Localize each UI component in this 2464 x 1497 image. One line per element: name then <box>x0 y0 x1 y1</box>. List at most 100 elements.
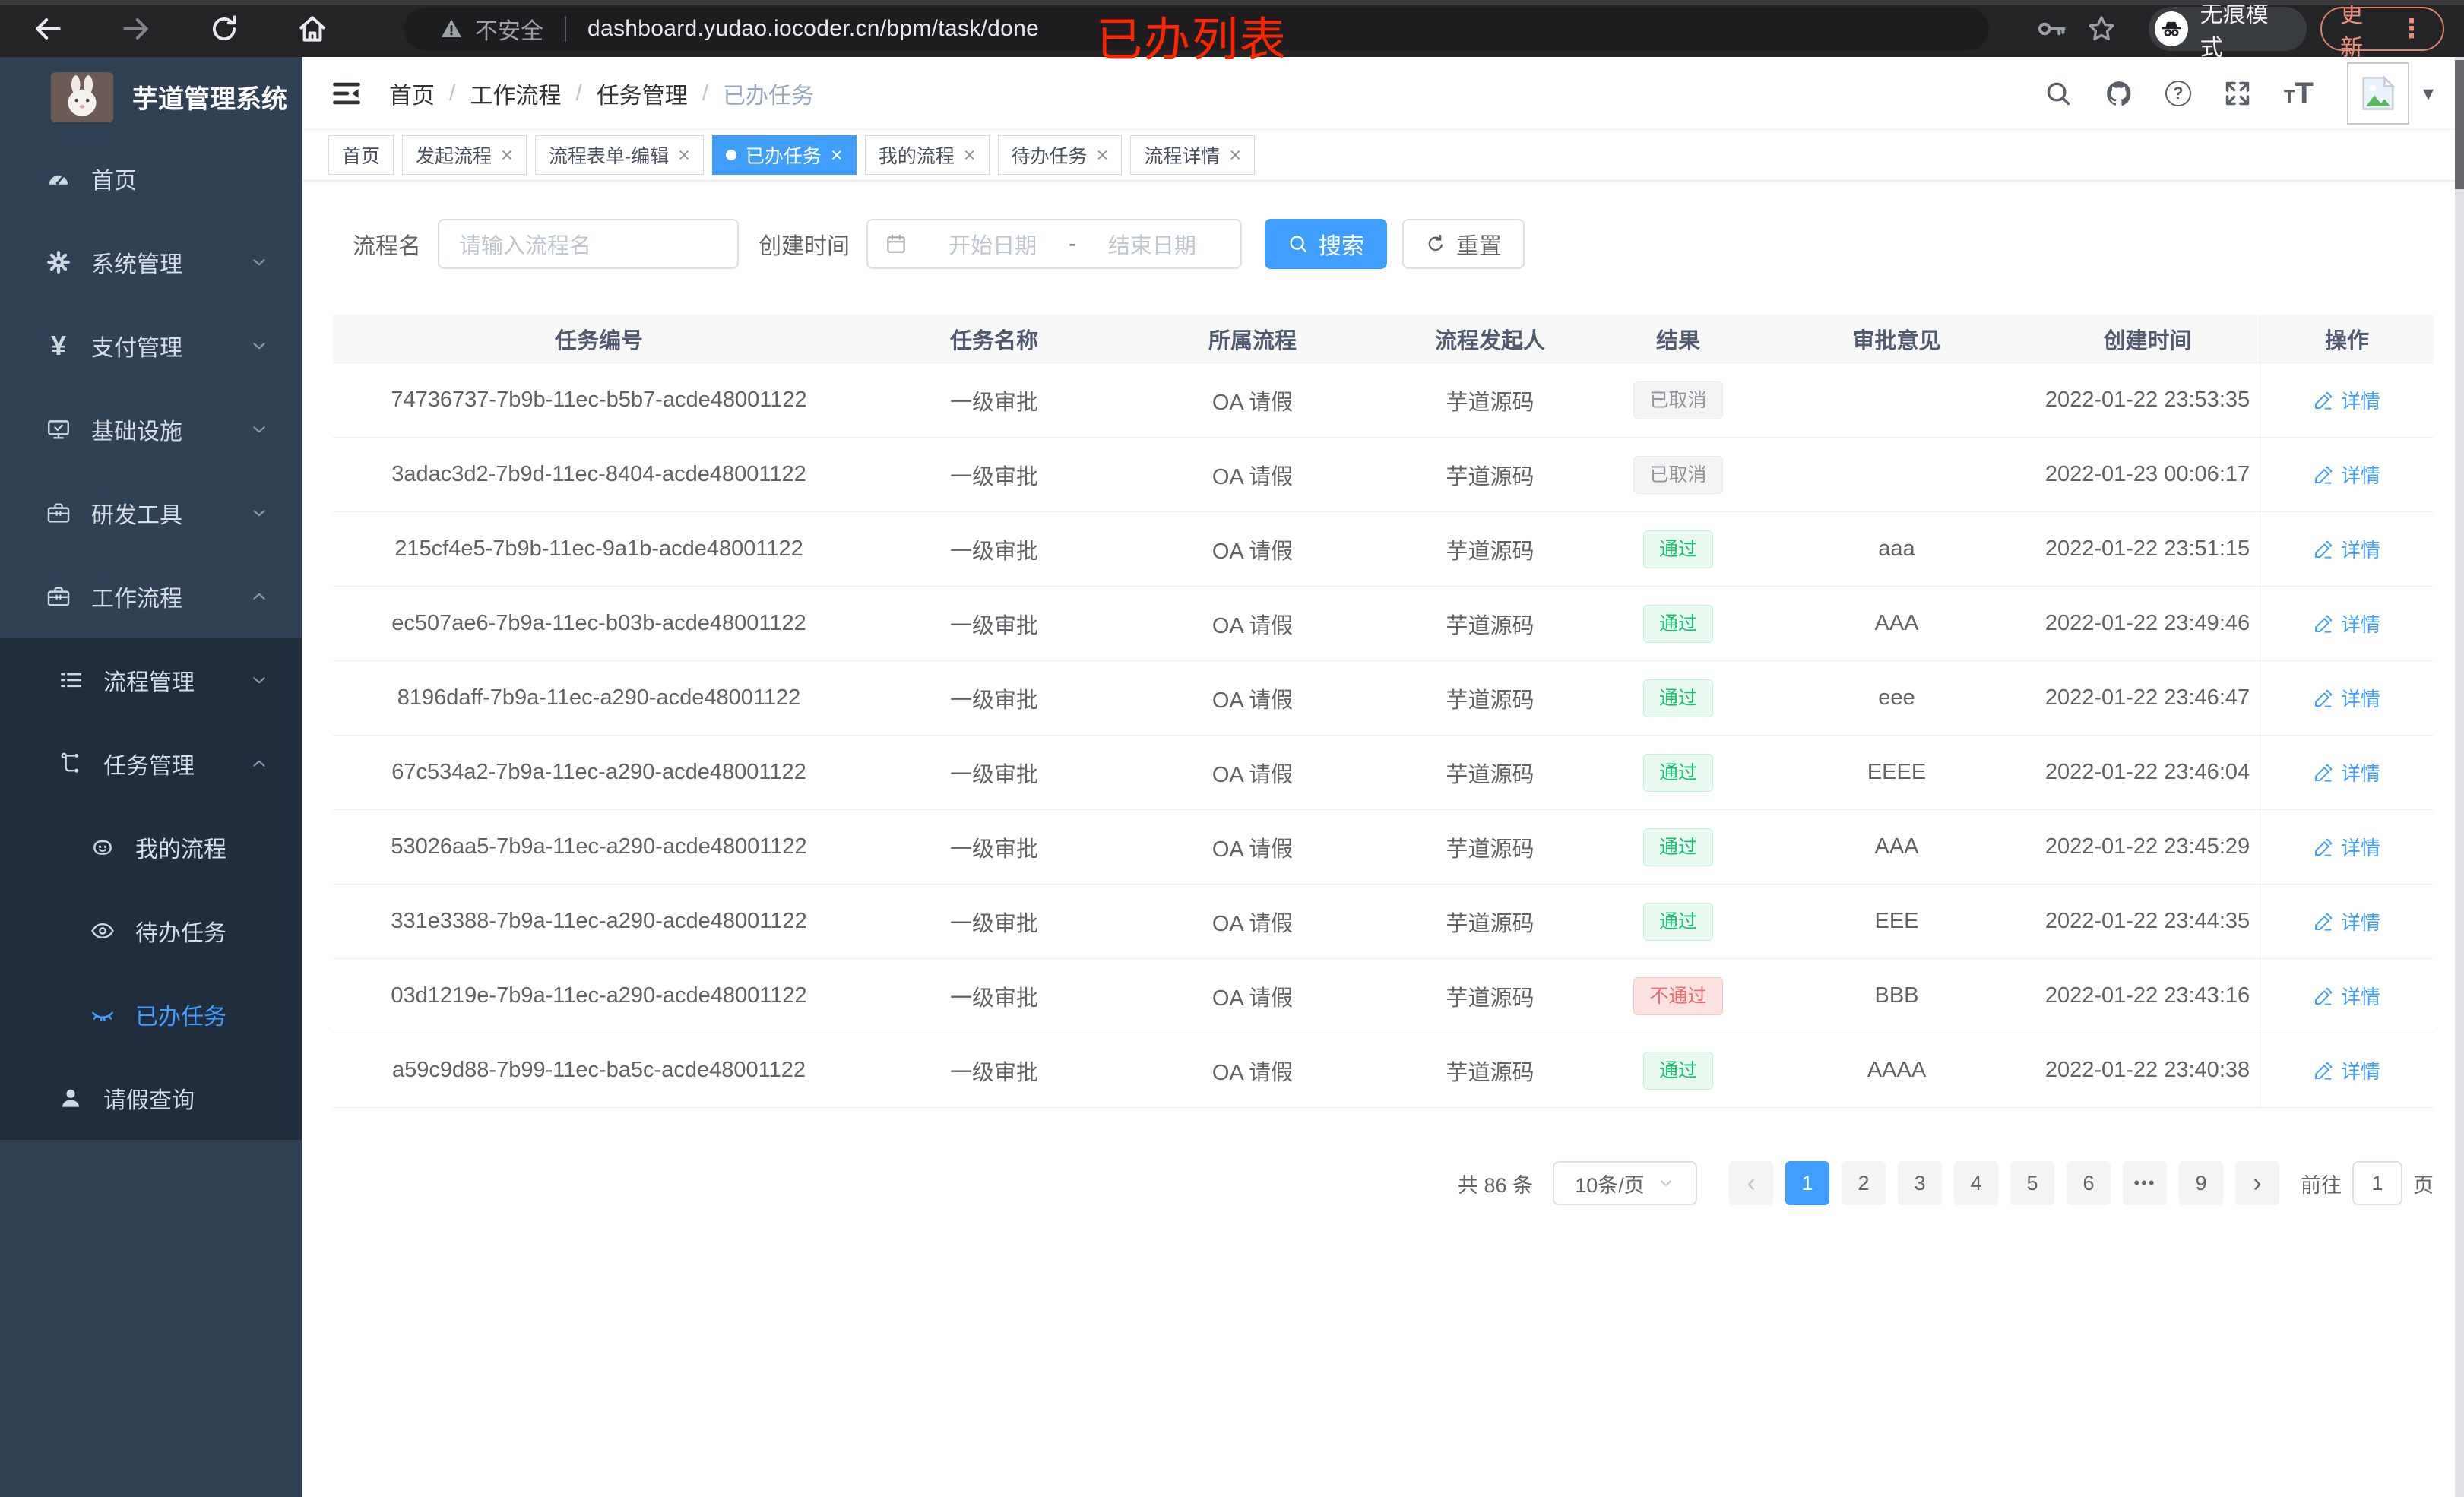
avatar-caret-icon[interactable]: ▾ <box>2423 81 2434 106</box>
result-badge: 通过 <box>1642 679 1713 717</box>
detail-link[interactable]: 详情 <box>2314 907 2380 935</box>
password-key-icon[interactable] <box>2035 12 2068 46</box>
page-button-6[interactable]: 6 <box>2067 1161 2111 1205</box>
cell-process: OA 请假 <box>1211 762 1294 787</box>
help-icon[interactable]: ? <box>2165 80 2191 106</box>
sidebar-item-process-mgmt[interactable]: 流程管理 <box>0 638 302 722</box>
detail-link[interactable]: 详情 <box>2314 758 2380 786</box>
page-button-5[interactable]: 5 <box>2010 1161 2054 1205</box>
cell-starter: 芋道源码 <box>1446 688 1534 713</box>
sidebar-item-workflow[interactable]: 工作流程 <box>0 555 302 638</box>
sidebar-item-todo-tasks[interactable]: 待办任务 <box>0 889 302 973</box>
page-size-select[interactable]: 10条/页 <box>1553 1161 1697 1205</box>
sidebar-item-payment[interactable]: ¥ 支付管理 <box>0 304 302 388</box>
cell-process: OA 请假 <box>1211 986 1294 1011</box>
result-badge: 通过 <box>1642 753 1713 792</box>
flow-tree-icon <box>58 751 84 777</box>
page-button-3[interactable]: 3 <box>1898 1161 1942 1205</box>
chevron-down-icon <box>249 252 269 272</box>
detail-link[interactable]: 详情 <box>2314 1056 2380 1084</box>
filter-form: 流程名 请输入流程名 创建时间 开始日期 - 结束日期 搜索 重置 <box>333 219 2434 269</box>
sidebar-item-leave-query[interactable]: 请假查询 <box>0 1056 302 1140</box>
reset-button[interactable]: 重置 <box>1402 219 1525 269</box>
browser-menu-icon[interactable]: ⋮ <box>2399 14 2424 44</box>
detail-link[interactable]: 详情 <box>2314 684 2380 712</box>
pencil-icon <box>2314 688 2333 708</box>
url-text[interactable]: dashboard.yudao.iocoder.cn/bpm/task/done <box>587 16 1039 42</box>
close-icon[interactable]: × <box>1229 144 1241 166</box>
tab-process-form-edit[interactable]: 流程表单-编辑 × <box>534 135 704 175</box>
cell-starter: 芋道源码 <box>1446 613 1534 638</box>
page-ellipsis[interactable]: ••• <box>2123 1161 2167 1205</box>
tab-done-tasks[interactable]: 已办任务 × <box>711 135 857 175</box>
cell-starter: 芋道源码 <box>1446 464 1534 489</box>
goto-page-input[interactable]: 1 <box>2352 1161 2402 1205</box>
cell-process: OA 请假 <box>1211 688 1294 713</box>
tab-my-process[interactable]: 我的流程 × <box>864 135 990 175</box>
detail-link[interactable]: 详情 <box>2314 609 2380 638</box>
not-secure-label[interactable]: 不安全 <box>475 12 543 46</box>
browser-home-button[interactable] <box>293 10 331 48</box>
incognito-icon <box>2155 11 2188 46</box>
result-badge: 不通过 <box>1633 976 1723 1015</box>
browser-update-button[interactable]: 更新 ⋮ <box>2320 2 2444 61</box>
sidebar-collapse-icon[interactable] <box>330 77 363 110</box>
cell-comment: aaa <box>1878 536 1915 561</box>
breadcrumb-workflow[interactable]: 工作流程 <box>470 77 561 110</box>
tab-start-process[interactable]: 发起流程 × <box>402 135 527 175</box>
table-row: 03d1219e-7b9a-11ec-a290-acde48001122 一级审… <box>333 959 2434 1033</box>
table-header: 任务编号 任务名称 所属流程 流程发起人 结果 审批意见 创建时间 操作 <box>333 315 2434 363</box>
done-task-table: 任务编号 任务名称 所属流程 流程发起人 结果 审批意见 创建时间 操作 747… <box>333 315 2434 1108</box>
breadcrumb-task-mgmt[interactable]: 任务管理 <box>597 77 688 110</box>
cell-task-name: 一级审批 <box>949 1060 1038 1085</box>
breadcrumb-home[interactable]: 首页 <box>389 77 435 110</box>
sidebar-item-system[interactable]: 系统管理 <box>0 220 302 304</box>
github-icon[interactable] <box>2105 79 2133 108</box>
cell-task-id: ec507ae6-7b9a-11ec-b03b-acde48001122 <box>391 611 806 635</box>
sidebar-item-devtools[interactable]: 研发工具 <box>0 471 302 555</box>
window-scrollbar[interactable] <box>2455 57 2464 1497</box>
browser-reload-button[interactable] <box>205 10 243 48</box>
bookmark-star-icon[interactable] <box>2085 12 2118 46</box>
sidebar-item-done-tasks[interactable]: 已办任务 <box>0 973 302 1056</box>
page-button-9[interactable]: 9 <box>2179 1161 2223 1205</box>
tab-process-detail[interactable]: 流程详情 × <box>1130 135 1256 175</box>
close-icon[interactable]: × <box>1097 144 1109 166</box>
cell-task-name: 一级审批 <box>949 762 1038 787</box>
search-button[interactable]: 搜索 <box>1265 219 1387 269</box>
page-button-1[interactable]: 1 <box>1785 1161 1829 1205</box>
close-icon[interactable]: × <box>678 144 690 166</box>
search-icon[interactable] <box>2044 79 2073 108</box>
detail-link[interactable]: 详情 <box>2314 386 2380 414</box>
tab-home[interactable]: 首页 <box>328 135 394 175</box>
close-icon[interactable]: × <box>501 144 513 166</box>
cell-task-id: 8196daff-7b9a-11ec-a290-acde48001122 <box>397 685 801 710</box>
avatar[interactable] <box>2346 62 2409 125</box>
page-button-2[interactable]: 2 <box>1842 1161 1886 1205</box>
sidebar-item-infra[interactable]: 基础设施 <box>0 388 302 471</box>
process-name-input[interactable]: 请输入流程名 <box>438 219 739 269</box>
tab-todo-tasks[interactable]: 待办任务 × <box>997 135 1123 175</box>
pencil-icon <box>2314 763 2333 783</box>
close-icon[interactable]: × <box>964 144 976 166</box>
next-page-button[interactable]: › <box>2235 1161 2279 1205</box>
detail-link[interactable]: 详情 <box>2314 982 2380 1010</box>
browser-forward-button[interactable] <box>117 10 155 48</box>
chevron-up-icon <box>249 754 269 774</box>
close-icon[interactable]: × <box>831 144 843 166</box>
detail-link[interactable]: 详情 <box>2314 833 2380 861</box>
scrollbar-thumb[interactable] <box>2455 60 2464 189</box>
browser-back-button[interactable] <box>29 10 67 48</box>
chevron-down-icon <box>249 336 269 356</box>
fullscreen-icon[interactable] <box>2223 79 2252 108</box>
page-button-4[interactable]: 4 <box>1954 1161 1998 1205</box>
sidebar-item-my-process[interactable]: 我的流程 <box>0 805 302 889</box>
create-time-range-picker[interactable]: 开始日期 - 结束日期 <box>866 219 1242 269</box>
prev-page-button[interactable]: ‹ <box>1729 1161 1773 1205</box>
sidebar-item-home[interactable]: 首页 <box>0 137 302 220</box>
font-size-icon[interactable]: TT <box>2284 78 2314 109</box>
result-badge: 通过 <box>1642 828 1713 866</box>
detail-link[interactable]: 详情 <box>2314 460 2380 489</box>
detail-link[interactable]: 详情 <box>2314 535 2380 563</box>
sidebar-item-task-mgmt[interactable]: 任务管理 <box>0 722 302 805</box>
